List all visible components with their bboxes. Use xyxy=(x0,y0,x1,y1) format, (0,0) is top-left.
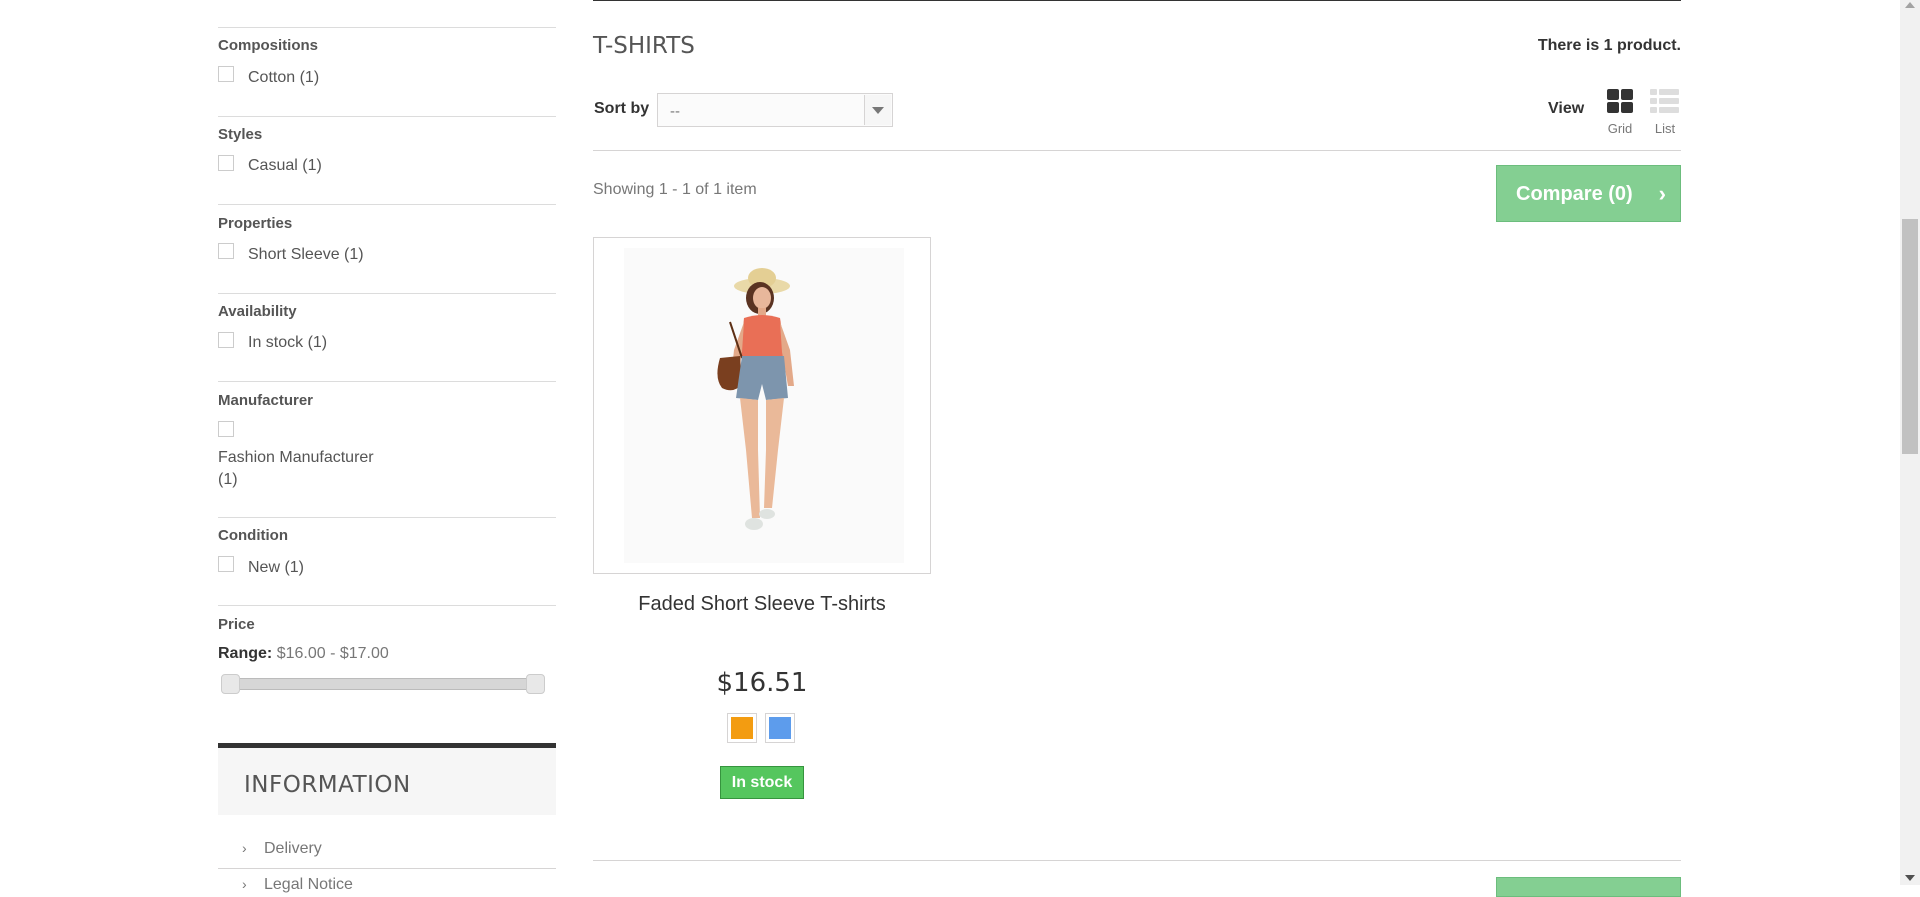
filter-group-price xyxy=(218,605,556,606)
scrollbar-thumb[interactable] xyxy=(1902,219,1918,454)
filter-option-line: Fashion Manufacturer xyxy=(218,449,374,466)
information-divider xyxy=(218,868,556,869)
grid-icon xyxy=(1607,89,1633,113)
sort-by-value: -- xyxy=(670,103,680,120)
filter-group-properties xyxy=(218,204,556,205)
filter-title-styles: Styles xyxy=(218,126,263,143)
view-list-label: List xyxy=(1654,121,1676,136)
price-slider-max-handle[interactable] xyxy=(526,674,545,694)
information-link-label: Delivery xyxy=(264,840,322,857)
price-slider-min-handle[interactable] xyxy=(221,674,240,694)
product-price: $16.51 xyxy=(716,668,808,698)
filter-option-line: (1) xyxy=(218,471,238,488)
product-name[interactable]: Faded Short Sleeve T-shirts xyxy=(593,593,931,616)
color-swatch-blue[interactable] xyxy=(765,713,795,743)
filter-checkbox-short-sleeve[interactable] xyxy=(218,243,234,259)
information-title: INFORMATION xyxy=(244,772,411,798)
sort-dropdown-button[interactable] xyxy=(864,95,891,125)
filter-title-properties: Properties xyxy=(218,215,293,232)
price-slider-track[interactable] xyxy=(222,678,544,690)
sort-bar-divider xyxy=(593,150,1681,151)
compare-button-bottom[interactable] xyxy=(1496,877,1681,897)
chevron-right-icon: › xyxy=(1658,181,1666,206)
information-link-label: Legal Notice xyxy=(264,876,353,893)
filter-option-new[interactable]: New (1) xyxy=(248,559,304,577)
information-block: INFORMATION xyxy=(218,743,556,815)
compare-label: Compare (0) xyxy=(1516,183,1633,205)
showing-count: Showing 1 - 1 of 1 item xyxy=(593,181,757,198)
price-range-label: Range: xyxy=(218,645,273,662)
filter-checkbox-new[interactable] xyxy=(218,556,234,572)
scroll-down-arrow-icon[interactable] xyxy=(1905,875,1915,881)
filter-option-cotton[interactable]: Cotton (1) xyxy=(248,69,319,87)
color-swatch-orange[interactable] xyxy=(727,713,757,743)
price-slider-range xyxy=(223,679,543,689)
product-image[interactable] xyxy=(594,238,930,573)
filter-checkbox-casual[interactable] xyxy=(218,155,234,171)
category-heading: T-SHIRTS xyxy=(593,33,695,59)
filter-checkbox-fashion-manufacturer[interactable] xyxy=(218,421,234,437)
view-list-toggle[interactable]: List xyxy=(1650,88,1680,136)
sort-by-label: Sort by xyxy=(594,100,650,117)
filter-group-availability xyxy=(218,293,556,294)
view-label: View xyxy=(1548,100,1585,117)
filter-title-availability: Availability xyxy=(218,303,297,320)
product-image-card[interactable] xyxy=(593,237,931,574)
filter-group-compositions xyxy=(218,27,556,28)
swatch-fill xyxy=(769,717,791,739)
chevron-right-icon: › xyxy=(242,876,247,892)
filter-checkbox-cotton[interactable] xyxy=(218,66,234,82)
filter-option-fashion-manufacturer[interactable]: Fashion Manufacturer (1) xyxy=(218,447,374,491)
stock-status-badge: In stock xyxy=(720,766,804,799)
product-list-bottom-divider xyxy=(593,860,1681,861)
filter-title-manufacturer: Manufacturer xyxy=(218,392,314,409)
filter-title-price: Price xyxy=(218,616,255,633)
filter-option-short-sleeve[interactable]: Short Sleeve (1) xyxy=(248,246,364,264)
price-range-value: $16.00 - $17.00 xyxy=(276,645,389,662)
compare-button[interactable]: Compare (0) › xyxy=(1496,165,1681,222)
price-range: Range: $16.00 - $17.00 xyxy=(218,645,389,663)
filter-title-condition: Condition xyxy=(218,527,288,544)
list-icon xyxy=(1650,89,1679,113)
filter-group-condition xyxy=(218,517,556,518)
filter-group-manufacturer xyxy=(218,381,556,382)
sort-by-select[interactable]: -- xyxy=(657,93,893,127)
product-count: There is 1 product. xyxy=(1537,37,1681,54)
scroll-up-arrow-icon[interactable] xyxy=(1905,2,1915,8)
filter-option-casual[interactable]: Casual (1) xyxy=(248,157,322,175)
filter-checkbox-in-stock[interactable] xyxy=(218,332,234,348)
category-banner-bottom-edge xyxy=(593,0,1681,1)
chevron-down-icon xyxy=(872,107,884,114)
view-grid-label: Grid xyxy=(1607,121,1633,136)
filter-title-compositions: Compositions xyxy=(218,37,318,54)
filter-option-in-stock[interactable]: In stock (1) xyxy=(248,334,327,352)
view-grid-toggle[interactable]: Grid xyxy=(1606,88,1636,136)
page-scrollbar[interactable] xyxy=(1900,0,1920,885)
chevron-right-icon: › xyxy=(242,840,247,856)
swatch-fill xyxy=(731,717,753,739)
filter-group-styles xyxy=(218,116,556,117)
